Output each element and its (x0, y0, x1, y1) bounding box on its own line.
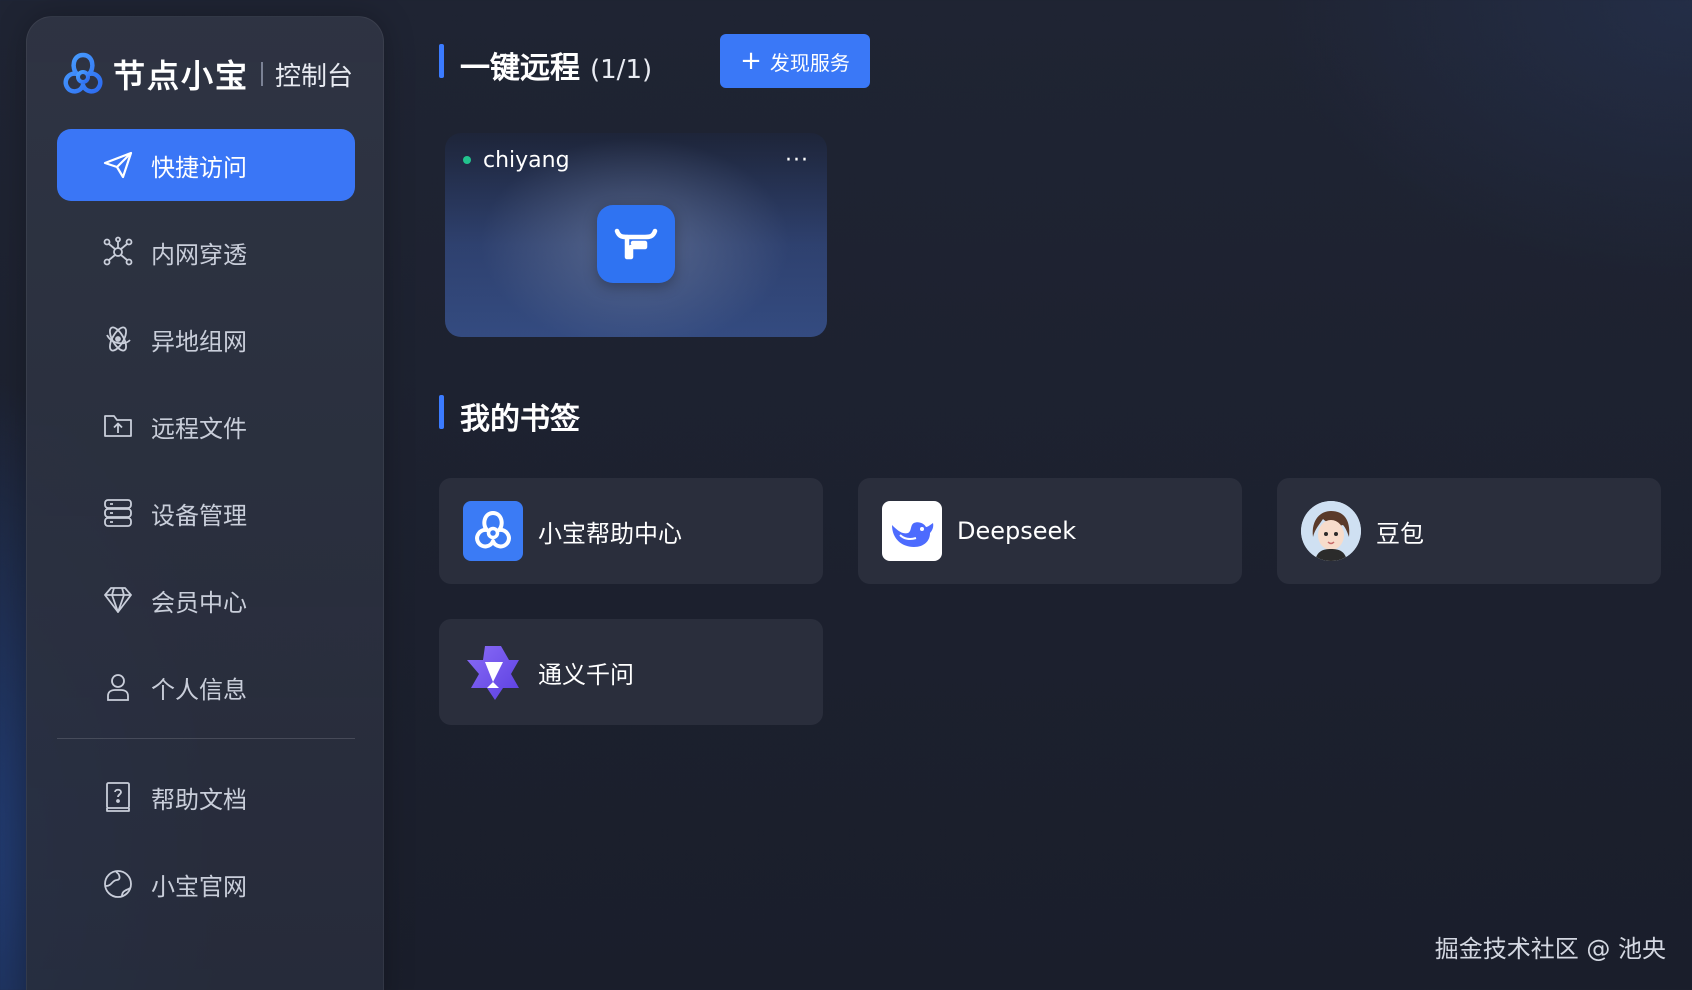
remote-count: (1/1) (590, 55, 653, 85)
sidebar-item-label: 帮助文档 (151, 785, 247, 814)
user-icon (101, 670, 135, 704)
device-card-header: chiyang ··· (463, 145, 809, 175)
watermark: 掘金技术社区 @ 池央 (1434, 935, 1666, 963)
sidebar-item-profile[interactable]: 个人信息 (57, 651, 355, 723)
sidebar-item-member-center[interactable]: 会员中心 (57, 564, 355, 636)
bookmark-label: 小宝帮助中心 (538, 519, 682, 548)
xiaobao-logo-icon (63, 52, 103, 94)
sidebar-item-help-docs[interactable]: 帮助文档 (57, 761, 355, 833)
section-accent-bar (439, 44, 444, 78)
help-book-icon (101, 780, 135, 814)
brand[interactable]: 节点小宝 控制台 (59, 49, 353, 99)
sidebar-item-device-management[interactable]: 设备管理 (57, 477, 355, 549)
sidebar-item-label: 异地组网 (151, 327, 247, 356)
discover-label: 发现服务 (769, 50, 850, 75)
sidebar-item-label: 设备管理 (151, 501, 247, 530)
discover-service-button[interactable]: + 发现服务 (720, 34, 870, 88)
sidebar-nav: 快捷访问 内网穿透 异地组网 远程文件 设备管理 会员中心 个人信息 帮助文档 … (57, 129, 355, 935)
deepseek-whale-icon (882, 501, 942, 561)
network-nodes-icon (101, 235, 135, 269)
remote-title: 一键远程 (460, 51, 580, 86)
diamond-icon (101, 583, 135, 617)
plus-icon: + (740, 46, 762, 76)
bookmark-label: Deepseek (957, 517, 1077, 545)
sidebar: 节点小宝 控制台 快捷访问 内网穿透 异地组网 远程文件 设备管理 会员中心 个… (26, 16, 384, 990)
sidebar-item-remote-files[interactable]: 远程文件 (57, 390, 355, 462)
sidebar-item-label: 个人信息 (151, 675, 247, 704)
sidebar-item-official-site[interactable]: 小宝官网 (57, 848, 355, 920)
bookmark-label: 豆包 (1376, 519, 1424, 548)
folder-upload-icon (101, 409, 135, 443)
online-status-dot (463, 156, 471, 164)
sidebar-item-label: 内网穿透 (151, 240, 247, 269)
sidebar-item-label: 会员中心 (151, 588, 247, 617)
remote-section-title: 一键远程 (1/1) (460, 43, 652, 87)
bookmark-tongyi-qianwen[interactable]: 通义千问 (439, 619, 823, 725)
globe-icon (101, 867, 135, 901)
brand-subtitle: 控制台 (275, 61, 354, 92)
section-accent-bar (439, 395, 444, 429)
device-card[interactable]: chiyang ··· (445, 133, 827, 337)
sidebar-item-label: 小宝官网 (151, 872, 247, 901)
bookmark-label: 通义千问 (538, 660, 634, 689)
sidebar-divider (57, 738, 355, 739)
brand-name: 节点小宝 (113, 57, 250, 95)
remote-app-icon[interactable] (597, 205, 675, 283)
tongyi-qianwen-icon (463, 642, 523, 702)
sidebar-item-label: 远程文件 (151, 414, 247, 443)
server-icon (101, 496, 135, 530)
bookmark-xiaobao-help[interactable]: 小宝帮助中心 (439, 478, 823, 584)
xiaobao-logo-icon (463, 501, 523, 561)
sidebar-item-label: 快捷访问 (151, 153, 247, 182)
device-name: chiyang (483, 147, 570, 173)
sidebar-item-quick-access[interactable]: 快捷访问 (57, 129, 355, 201)
more-options-icon[interactable]: ··· (785, 148, 809, 173)
sidebar-item-remote-networking[interactable]: 异地组网 (57, 303, 355, 375)
atom-icon (101, 322, 135, 356)
bookmark-doubao[interactable]: 豆包 (1277, 478, 1661, 584)
brand-divider (261, 62, 264, 86)
paper-plane-icon (101, 148, 135, 182)
doubao-avatar-icon (1301, 501, 1361, 561)
bookmark-deepseek[interactable]: Deepseek (858, 478, 1242, 584)
sidebar-item-intranet-penetration[interactable]: 内网穿透 (57, 216, 355, 288)
bookmarks-section-title: 我的书签 (460, 402, 580, 437)
